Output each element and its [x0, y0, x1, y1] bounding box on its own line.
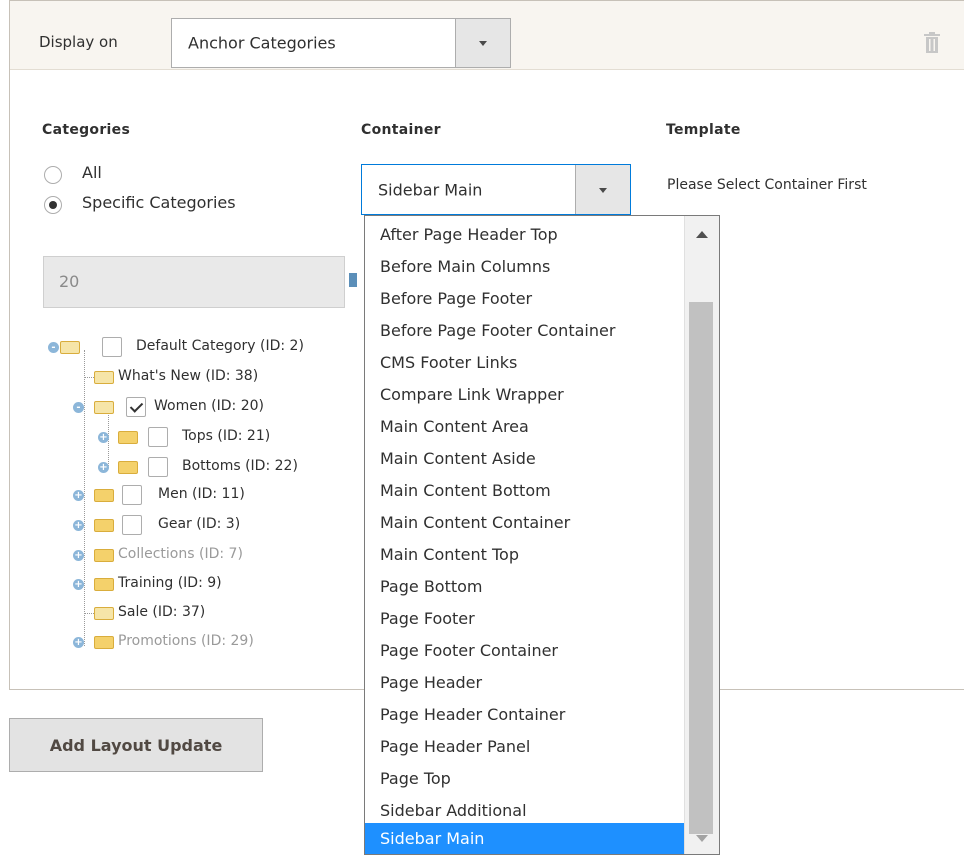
container-option[interactable]: Page Bottom: [365, 571, 685, 603]
tree-line: [84, 350, 85, 646]
category-ids-input[interactable]: 20: [43, 256, 345, 308]
container-option[interactable]: Compare Link Wrapper: [365, 379, 685, 411]
dropdown-scrollbar[interactable]: [684, 216, 719, 854]
tree-node-label: Default Category (ID: 2): [136, 338, 304, 354]
folder-icon: [94, 519, 114, 532]
plus-circle-icon[interactable]: +: [73, 579, 84, 590]
container-dropdown-button[interactable]: [575, 165, 630, 214]
chevron-down-icon: [479, 41, 487, 46]
folder-icon: [94, 401, 114, 414]
add-layout-update-button[interactable]: Add Layout Update: [9, 718, 263, 772]
container-options-list[interactable]: After Page Header Top Before Main Column…: [364, 215, 720, 855]
container-option[interactable]: Before Page Footer Container: [365, 315, 685, 347]
tree-node-label: Sale (ID: 37): [118, 604, 206, 620]
container-option[interactable]: CMS Footer Links: [365, 347, 685, 379]
tree-checkbox[interactable]: [148, 427, 168, 447]
tree-node-label: What's New (ID: 38): [118, 368, 259, 384]
display-on-value: Anchor Categories: [188, 33, 336, 53]
container-option[interactable]: Main Content Bottom: [365, 475, 685, 507]
folder-icon: [94, 578, 114, 591]
template-message: Please Select Container First: [667, 177, 867, 193]
display-on-label: Display on: [39, 33, 118, 51]
scrollbar-thumb[interactable]: [689, 302, 713, 834]
tree-checkbox[interactable]: [126, 397, 146, 417]
plus-circle-icon[interactable]: +: [98, 432, 109, 443]
tree-node-label: Collections (ID: 7): [118, 546, 243, 562]
radio-specific-categories[interactable]: [44, 196, 62, 214]
container-heading: Container: [361, 122, 441, 138]
tree-node-label: Women (ID: 20): [154, 398, 264, 414]
plus-circle-icon[interactable]: -: [73, 402, 84, 413]
panel-header: Display on Anchor Categories: [10, 1, 964, 70]
folder-icon: [94, 489, 114, 502]
plus-circle-icon[interactable]: -: [48, 342, 59, 353]
container-option[interactable]: Page Top: [365, 763, 685, 795]
container-option[interactable]: Main Content Area: [365, 411, 685, 443]
chevron-down-icon: [599, 187, 607, 193]
plus-circle-icon[interactable]: +: [73, 637, 84, 648]
container-option[interactable]: After Page Header Top: [365, 219, 685, 251]
container-option[interactable]: Before Page Footer: [365, 283, 685, 315]
tree-node-label: Men (ID: 11): [158, 486, 245, 502]
container-option[interactable]: Page Footer: [365, 603, 685, 635]
plus-circle-icon[interactable]: +: [73, 550, 84, 561]
tree-checkbox[interactable]: [102, 337, 122, 357]
tree-node-label: Tops (ID: 21): [182, 428, 271, 444]
folder-icon: [118, 431, 138, 444]
chooser-icon[interactable]: [349, 273, 357, 287]
container-option[interactable]: Page Footer Container: [365, 635, 685, 667]
template-heading: Template: [666, 122, 741, 138]
container-option-selected[interactable]: Sidebar Main: [365, 823, 685, 854]
tree-checkbox[interactable]: [122, 485, 142, 505]
radio-all[interactable]: [44, 166, 62, 184]
folder-icon: [94, 607, 114, 620]
tree-node-label: Bottoms (ID: 22): [182, 458, 298, 474]
plus-circle-icon[interactable]: +: [73, 520, 84, 531]
plus-circle-icon[interactable]: +: [73, 490, 84, 501]
folder-icon: [60, 341, 80, 354]
plus-circle-icon[interactable]: +: [98, 462, 109, 473]
folder-icon: [94, 636, 114, 649]
folder-icon: [94, 549, 114, 562]
radio-all-label: All: [82, 163, 102, 182]
container-option[interactable]: Before Main Columns: [365, 251, 685, 283]
tree-checkbox[interactable]: [122, 515, 142, 535]
tree-line: [84, 377, 94, 378]
scroll-down-arrow-icon[interactable]: [696, 835, 708, 842]
folder-icon: [94, 371, 114, 384]
container-option[interactable]: Page Header Panel: [365, 731, 685, 763]
category-ids-value: 20: [59, 272, 80, 291]
container-select[interactable]: Sidebar Main: [361, 164, 631, 215]
display-on-dropdown-button[interactable]: [455, 19, 510, 67]
tree-node-label: Promotions (ID: 29): [118, 633, 254, 649]
categories-heading: Categories: [42, 122, 131, 138]
container-option[interactable]: Main Content Top: [365, 539, 685, 571]
tree-line: [84, 613, 94, 614]
container-select-value: Sidebar Main: [378, 180, 483, 199]
tree-node-label: Gear (ID: 3): [158, 516, 241, 532]
tree-checkbox[interactable]: [148, 457, 168, 477]
display-on-select[interactable]: Anchor Categories: [171, 18, 511, 68]
radio-specific-label: Specific Categories: [82, 193, 236, 212]
folder-icon: [118, 461, 138, 474]
container-option[interactable]: Main Content Aside: [365, 443, 685, 475]
container-option[interactable]: Page Header Container: [365, 699, 685, 731]
container-option[interactable]: Main Content Container: [365, 507, 685, 539]
tree-node-label: Training (ID: 9): [118, 575, 222, 591]
trash-icon[interactable]: [923, 32, 941, 54]
container-option[interactable]: Page Header: [365, 667, 685, 699]
scroll-up-arrow-icon[interactable]: [696, 231, 708, 238]
